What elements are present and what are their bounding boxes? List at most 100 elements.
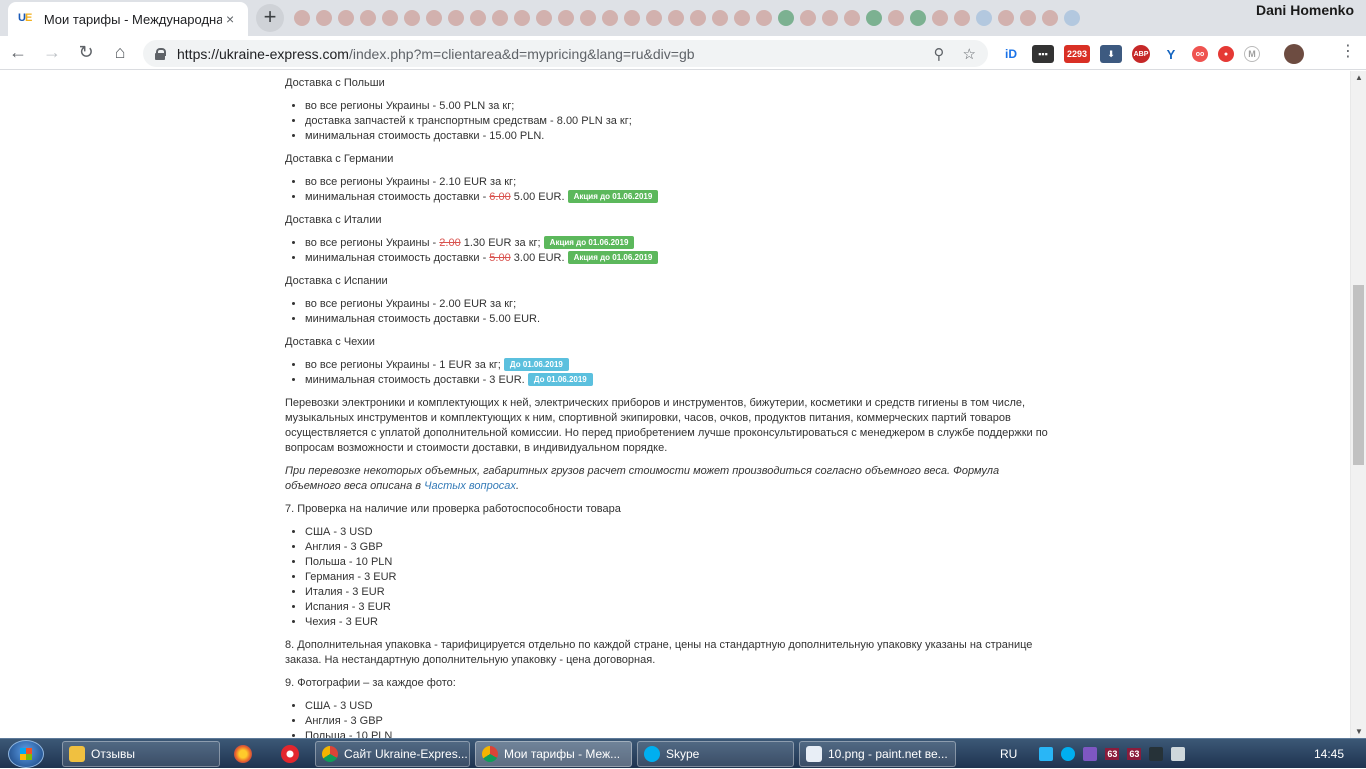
dots-extension-icon[interactable]: ▪▪▪ — [1032, 45, 1054, 63]
tray-app-icon[interactable] — [1039, 747, 1054, 761]
start-button[interactable] — [8, 740, 44, 768]
section-list: во все регионы Украины - 2.00 1.30 EUR з… — [285, 236, 1070, 266]
pinned-tab[interactable] — [426, 10, 442, 26]
lock-icon[interactable] — [155, 47, 166, 60]
note-text: При перевозке некоторых объемных, габари… — [285, 465, 1000, 492]
tab-close-icon[interactable]: × — [222, 11, 238, 27]
stop-extension-icon[interactable]: ● — [1218, 46, 1234, 62]
pinned-tab[interactable] — [734, 10, 750, 26]
pinned-tab[interactable] — [1020, 10, 1036, 26]
pinned-tab[interactable] — [316, 10, 332, 26]
vpn-extension-icon[interactable]: Y — [1160, 45, 1182, 63]
pinned-tab[interactable] — [690, 10, 706, 26]
scrollbar-thumb[interactable] — [1353, 285, 1364, 465]
pinned-tab[interactable] — [492, 10, 508, 26]
oo-extension-icon[interactable]: oo — [1192, 46, 1208, 62]
taskbar-item-chrome-1[interactable]: Сайт Ukraine-Expres... — [315, 741, 470, 767]
tab-active[interactable]: UE Мои тарифы - Международная × — [8, 2, 248, 36]
pinned-tab[interactable] — [1042, 10, 1058, 26]
item-text: во все регионы Украины - — [305, 237, 440, 249]
bookmark-star-icon[interactable]: ☆ — [963, 45, 976, 63]
taskbar-item-skype[interactable]: Skype — [637, 741, 794, 767]
faq-link[interactable]: Частых вопросах — [424, 480, 516, 492]
pinned-tab[interactable] — [866, 10, 882, 26]
paintnet-icon — [806, 746, 822, 762]
chrome-icon — [322, 746, 338, 762]
item-text: во все регионы Украины - 2.10 EUR за кг; — [305, 176, 517, 188]
pinned-tab[interactable] — [294, 10, 310, 26]
id-extension-icon[interactable]: iD — [1000, 45, 1022, 63]
pinned-tab[interactable] — [602, 10, 618, 26]
skype-tray-icon[interactable] — [1061, 747, 1076, 761]
new-tab-button[interactable]: + — [256, 4, 284, 32]
item-text: во все регионы Украины - 2.00 EUR за кг; — [305, 298, 517, 310]
pinned-tab[interactable] — [954, 10, 970, 26]
address-bar[interactable]: https://ukraine-express.com/index.php?m=… — [143, 40, 988, 67]
scroll-up-icon[interactable]: ▲ — [1355, 73, 1363, 82]
pinned-tab[interactable] — [668, 10, 684, 26]
pinned-tab[interactable] — [822, 10, 838, 26]
pinned-tab[interactable] — [932, 10, 948, 26]
pinned-tab[interactable] — [712, 10, 728, 26]
promo-badge: До 01.06.2019 — [503, 358, 569, 371]
language-indicator[interactable]: RU — [1000, 747, 1017, 761]
adblock-plus-icon[interactable]: ABP — [1132, 45, 1150, 63]
scroll-down-icon[interactable]: ▼ — [1355, 727, 1363, 736]
pinned-tab[interactable] — [470, 10, 486, 26]
taskbar-label: Отзывы — [91, 747, 135, 761]
forward-arrow-icon[interactable]: → — [36, 37, 68, 69]
pinned-tab[interactable] — [646, 10, 662, 26]
home-icon[interactable]: ⌂ — [104, 37, 136, 69]
pinned-tab[interactable] — [404, 10, 420, 26]
list-item: во все регионы Украины - 2.00 EUR за кг; — [305, 297, 1070, 312]
pinned-tab[interactable] — [778, 10, 794, 26]
pinned-tab[interactable] — [338, 10, 354, 26]
network-icon[interactable] — [1149, 747, 1164, 761]
tray-badge[interactable]: 63 — [1105, 748, 1120, 760]
photo-price-list: США - 3 USDАнглия - 3 GBPПольша - 10 PLN — [285, 699, 1070, 738]
photo-item: США - 3 USD — [305, 699, 1070, 714]
pinned-tab[interactable] — [800, 10, 816, 26]
profile-name[interactable]: Dani Homenko — [1256, 2, 1354, 18]
profile-avatar[interactable] — [1284, 44, 1304, 64]
zoom-search-icon[interactable]: ⚲ — [934, 45, 945, 63]
new-price: 3.00 EUR. — [510, 252, 565, 264]
mail-counter-extension-icon[interactable]: 2293 — [1064, 45, 1090, 63]
pinned-tab[interactable] — [360, 10, 376, 26]
pinned-tab[interactable] — [382, 10, 398, 26]
reload-icon[interactable]: ↻ — [70, 37, 102, 69]
pinned-tab[interactable] — [624, 10, 640, 26]
section-title: Доставка с Чехии — [285, 336, 375, 348]
m-extension-icon[interactable]: M — [1244, 46, 1260, 62]
pinned-tab[interactable] — [1064, 10, 1080, 26]
pinned-tab[interactable] — [888, 10, 904, 26]
chrome-menu-icon[interactable]: ⋮ — [1340, 44, 1356, 60]
download-extension-icon[interactable]: ⬇ — [1100, 45, 1122, 63]
taskbar-item-folder[interactable]: Отзывы — [62, 741, 220, 767]
pinned-tab[interactable] — [756, 10, 772, 26]
pinned-tab[interactable] — [998, 10, 1014, 26]
tray-badge[interactable]: 63 — [1127, 748, 1142, 760]
taskbar-item-paintnet[interactable]: 10.png - paint.net ве... — [799, 741, 956, 767]
back-arrow-icon[interactable]: ← — [2, 37, 34, 69]
section-list: во все регионы Украины - 5.00 PLN за кг;… — [285, 99, 1070, 144]
firefox-icon[interactable] — [234, 745, 252, 763]
pinned-tab[interactable] — [580, 10, 596, 26]
pinned-tab[interactable] — [514, 10, 530, 26]
opera-icon[interactable] — [281, 745, 299, 763]
pinned-tab[interactable] — [910, 10, 926, 26]
tray-app-icon[interactable] — [1083, 747, 1098, 761]
pinned-tab[interactable] — [558, 10, 574, 26]
windows-taskbar: Отзывы Сайт Ukraine-Expres... Мои тарифы… — [0, 738, 1366, 768]
taskbar-item-chrome-2[interactable]: Мои тарифы - Меж... — [475, 741, 632, 767]
pinned-tab[interactable] — [844, 10, 860, 26]
pinned-tab[interactable] — [976, 10, 992, 26]
item-text: минимальная стоимость доставки - 5.00 EU… — [305, 313, 541, 325]
pinned-tab[interactable] — [536, 10, 552, 26]
url-text[interactable]: https://ukraine-express.com/index.php?m=… — [177, 46, 695, 62]
extensions-bar: iD ▪▪▪ 2293 ⬇ ABP Y oo ● M — [1000, 44, 1304, 64]
pinned-tab[interactable] — [448, 10, 464, 26]
vertical-scrollbar[interactable]: ▲ ▼ — [1350, 71, 1366, 738]
clock[interactable]: 14:45 — [1314, 747, 1344, 761]
flag-icon[interactable] — [1171, 747, 1186, 761]
